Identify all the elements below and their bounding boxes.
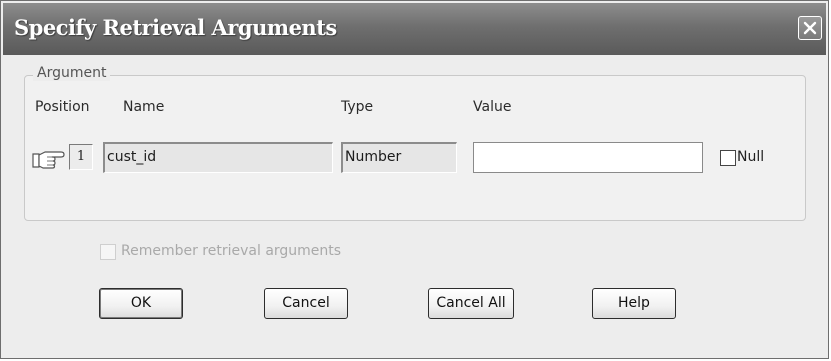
title-bar[interactable]: Specify Retrieval Arguments (3, 3, 826, 55)
column-header-type: Type (341, 99, 374, 115)
remember-arguments-checkbox[interactable] (100, 244, 116, 260)
dialog-title: Specify Retrieval Arguments (14, 15, 337, 40)
ok-button[interactable]: OK (99, 288, 183, 319)
help-button[interactable]: Help (592, 288, 676, 319)
argument-value-input[interactable] (473, 142, 703, 173)
cancel-all-button[interactable]: Cancel All (428, 288, 514, 319)
column-header-position: Position (35, 99, 90, 115)
position-number: 1 (69, 144, 93, 170)
argument-type-field: Number (341, 142, 457, 173)
close-icon (803, 21, 817, 35)
argument-group-label: Argument (33, 65, 111, 81)
cancel-button[interactable]: Cancel (264, 288, 348, 319)
null-checkbox[interactable] (720, 150, 736, 166)
remember-arguments-label: Remember retrieval arguments (121, 243, 342, 259)
pointing-hand-icon (31, 144, 65, 170)
column-header-value: Value (473, 99, 512, 115)
argument-name-field: cust_id (103, 142, 333, 173)
close-button[interactable] (798, 16, 822, 40)
null-checkbox-label: Null (737, 149, 765, 165)
column-header-name: Name (123, 99, 165, 115)
